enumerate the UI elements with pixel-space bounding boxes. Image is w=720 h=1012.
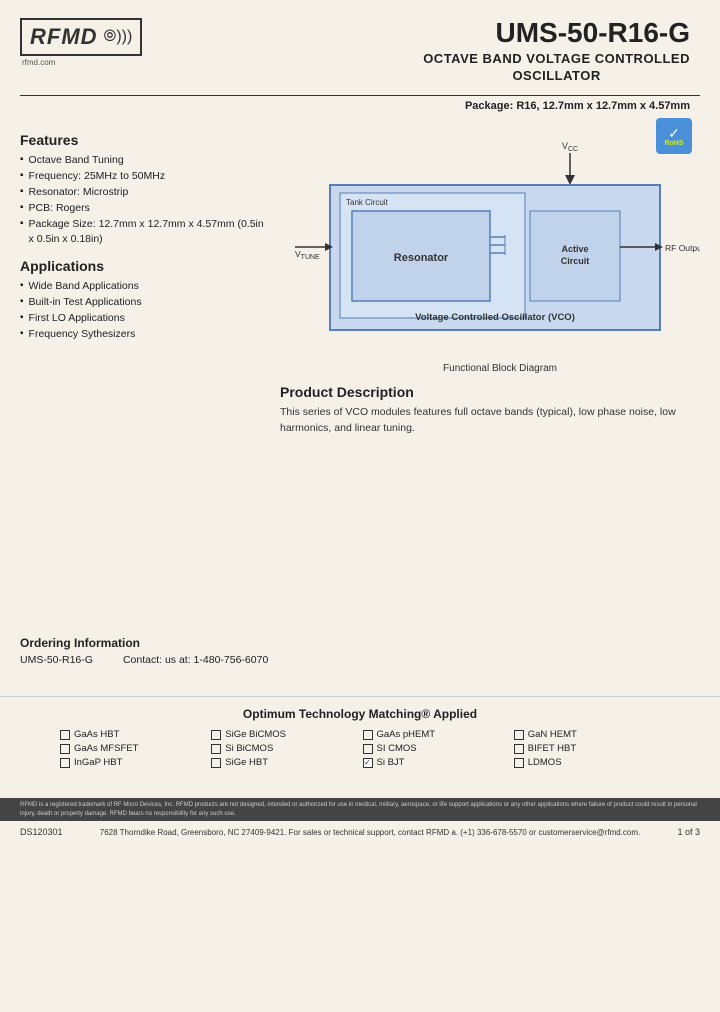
tech-label-gaas-phemt: GaAs pHEMT (377, 729, 436, 740)
tech-item-ingap-hbt: InGaP HBT (60, 757, 206, 768)
tech-item-sige-bicmos: SiGe BiCMOS (211, 729, 357, 740)
tech-item-gan-hemt: GaN HEMT (514, 729, 660, 740)
tech-label-sige-bicmos: SiGe BiCMOS (225, 729, 286, 740)
svg-text:Tank Circuit: Tank Circuit (346, 198, 389, 207)
list-item: Built-in Test Applications (20, 295, 270, 309)
tech-label-gaas-mfsfet: GaAs MFSFET (74, 743, 138, 754)
logo-url: rfmd.com (22, 58, 55, 67)
svg-text:VCC: VCC (562, 141, 578, 153)
footer-page: 1 of 3 (677, 827, 700, 837)
footer-doc-id: DS120301 (20, 827, 63, 837)
applications-section: Applications Wide Band Applications Buil… (20, 258, 270, 342)
product-title: UMS-50-R16-G (423, 18, 690, 49)
header: RFMD ⦾))) rfmd.com UMS-50-R16-G OCTAVE B… (0, 0, 720, 91)
technology-grid: GaAs HBT SiGe BiCMOS GaAs pHEMT GaN HEMT… (60, 729, 660, 768)
footer-bottom: DS120301 7628 Thorndike Road, Greensboro… (0, 821, 720, 843)
logo-area: RFMD ⦾))) rfmd.com (20, 18, 142, 67)
checkbox-gaas-hbt (60, 730, 70, 740)
product-description-title: Product Description (280, 384, 700, 400)
tech-label-ldmos: LDMOS (528, 757, 562, 768)
list-item: Frequency: 25MHz to 50MHz (20, 169, 270, 183)
tech-item-gaas-phemt: GaAs pHEMT (363, 729, 509, 740)
checkbox-si-cmos (363, 744, 373, 754)
svg-text:Resonator: Resonator (394, 252, 449, 264)
diagram-caption: Functional Block Diagram (300, 363, 700, 374)
applications-list: Wide Band Applications Built-in Test App… (20, 279, 270, 342)
logo-waves-icon: ⦾))) (104, 28, 133, 46)
svg-text:RF Output: RF Output (665, 243, 700, 253)
block-diagram-svg: VCC Tank Circuit Resonator (280, 137, 700, 357)
features-title: Features (20, 132, 270, 148)
tech-item-gaas-hbt: GaAs HBT (60, 729, 206, 740)
left-column: Features Octave Band Tuning Frequency: 2… (20, 132, 270, 437)
applications-title: Applications (20, 258, 270, 274)
tech-item-gaas-mfsfet: GaAs MFSFET (60, 743, 206, 754)
logo-box: RFMD ⦾))) (20, 18, 142, 56)
product-subtitle-line1: OCTAVE BAND VOLTAGE CONTROLLED (423, 51, 690, 66)
features-list: Octave Band Tuning Frequency: 25MHz to 5… (20, 153, 270, 246)
tech-item-si-cmos: SI CMOS (363, 743, 509, 754)
tech-item-si-bjt: Si BJT (363, 757, 509, 768)
product-description-text: This series of VCO modules features full… (280, 405, 700, 437)
checkbox-gaas-phemt (363, 730, 373, 740)
footer-address: 7628 Thorndike Road, Greensboro, NC 2740… (100, 828, 640, 837)
right-column: VCC Tank Circuit Resonator (280, 132, 700, 437)
list-item: Resonator: Microstrip (20, 185, 270, 199)
checkbox-gan-hemt (514, 730, 524, 740)
svg-text:Active: Active (561, 244, 588, 254)
main-content: Features Octave Band Tuning Frequency: 2… (0, 122, 720, 437)
tech-label-ingap-hbt: InGaP HBT (74, 757, 122, 768)
page-container: RFMD ⦾))) rfmd.com UMS-50-R16-G OCTAVE B… (0, 0, 720, 1012)
checkbox-si-bjt (363, 758, 373, 768)
svg-text:Circuit: Circuit (561, 256, 590, 266)
block-diagram: VCC Tank Circuit Resonator (280, 137, 700, 357)
list-item: First LO Applications (20, 311, 270, 325)
svg-text:VTUNE: VTUNE (295, 249, 320, 261)
checkbox-ingap-hbt (60, 758, 70, 768)
ordering-row: UMS-50-R16-G Contact: us at: 1-480-756-6… (20, 654, 700, 666)
tech-label-si-cmos: SI CMOS (377, 743, 417, 754)
tech-item-si-bicmos: Si BiCMOS (211, 743, 357, 754)
header-divider (20, 95, 700, 96)
ordering-title: Ordering Information (20, 636, 700, 650)
checkbox-sige-bicmos (211, 730, 221, 740)
tech-item-sige-hbt: SiGe HBT (211, 757, 357, 768)
package-info: Package: R16, 12.7mm x 12.7mm x 4.57mm (0, 100, 720, 112)
technology-title: Optimum Technology Matching® Applied (20, 707, 700, 721)
checkbox-sige-hbt (211, 758, 221, 768)
list-item: PCB: Rogers (20, 201, 270, 215)
product-description-section: Product Description This series of VCO m… (280, 384, 700, 437)
checkbox-gaas-mfsfet (60, 744, 70, 754)
list-item: Frequency Sythesizers (20, 327, 270, 341)
checkbox-ldmos (514, 758, 524, 768)
tech-label-gaas-hbt: GaAs HBT (74, 729, 119, 740)
title-area: UMS-50-R16-G OCTAVE BAND VOLTAGE CONTROL… (423, 18, 690, 83)
ordering-section: Ordering Information UMS-50-R16-G Contac… (0, 636, 720, 666)
technology-section: Optimum Technology Matching® Applied GaA… (0, 696, 720, 778)
tech-item-bifet-hbt: BIFET HBT (514, 743, 660, 754)
list-item: Wide Band Applications (20, 279, 270, 293)
checkbox-si-bicmos (211, 744, 221, 754)
footer-legal-text: RFMD is a registered trademark of RF Mic… (20, 802, 697, 816)
footer-legal: RFMD is a registered trademark of RF Mic… (0, 798, 720, 821)
ordering-contact: Contact: us at: 1-480-756-6070 (123, 654, 268, 666)
list-item: Package Size: 12.7mm x 12.7mm x 4.57mm (… (20, 217, 270, 245)
ordering-part-number: UMS-50-R16-G (20, 654, 93, 666)
logo-rfmd: RFMD (30, 24, 98, 50)
features-section: Features Octave Band Tuning Frequency: 2… (20, 132, 270, 246)
tech-label-bifet-hbt: BIFET HBT (528, 743, 576, 754)
tech-label-gan-hemt: GaN HEMT (528, 729, 577, 740)
product-subtitle-line2: OSCILLATOR (423, 68, 690, 83)
checkbox-bifet-hbt (514, 744, 524, 754)
tech-label-sige-hbt: SiGe HBT (225, 757, 268, 768)
tech-label-si-bicmos: Si BiCMOS (225, 743, 273, 754)
list-item: Octave Band Tuning (20, 153, 270, 167)
svg-text:Voltage Controlled Oscillator: Voltage Controlled Oscillator (VCO) (415, 312, 575, 323)
tech-label-si-bjt: Si BJT (377, 757, 405, 768)
tech-item-ldmos: LDMOS (514, 757, 660, 768)
